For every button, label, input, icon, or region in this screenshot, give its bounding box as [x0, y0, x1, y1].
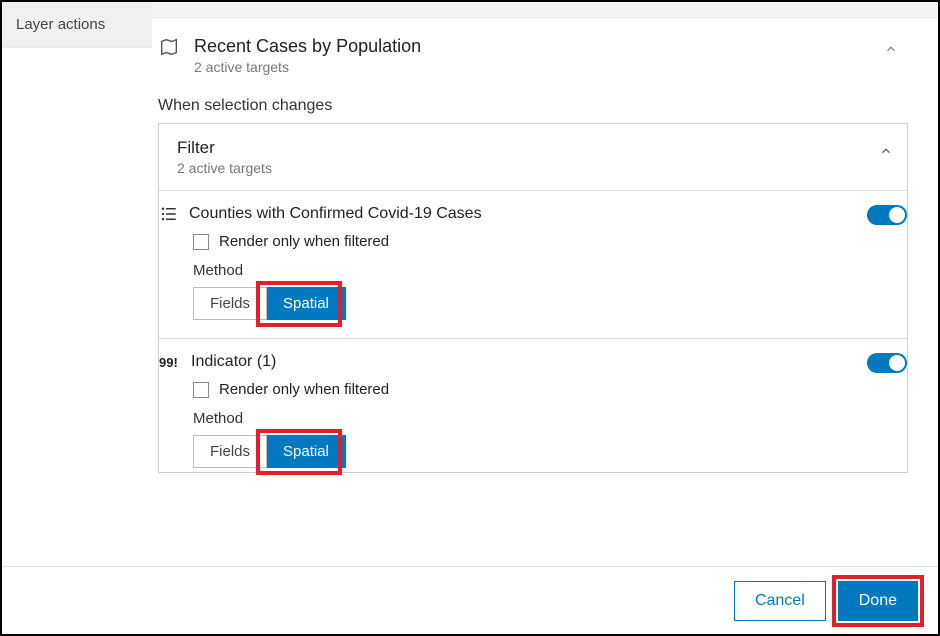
- method-fields-button[interactable]: Fields: [193, 435, 267, 468]
- layer-header[interactable]: Recent Cases by Population 2 active targ…: [158, 36, 908, 75]
- filter-collapse-icon[interactable]: [879, 144, 893, 162]
- dialog-footer: Cancel Done: [2, 566, 938, 634]
- method-label: Method: [193, 262, 907, 279]
- filter-target: 99! Indicator (1) Render only when filte…: [159, 339, 907, 472]
- filter-target: Counties with Confirmed Covid-19 Cases R…: [159, 191, 907, 339]
- layer-title: Recent Cases by Population: [194, 36, 421, 57]
- done-wrap: Done: [838, 581, 918, 621]
- filter-title: Filter: [177, 138, 889, 158]
- render-only-checkbox[interactable]: Render only when filtered: [193, 381, 907, 398]
- list-icon: [159, 205, 179, 223]
- top-strip: [152, 2, 938, 18]
- method-label: Method: [193, 410, 907, 427]
- method-fields-button[interactable]: Fields: [193, 287, 267, 320]
- filter-subtitle: 2 active targets: [177, 160, 889, 176]
- target-toggle[interactable]: [867, 353, 907, 373]
- indicator-icon: 99!: [159, 355, 181, 370]
- collapse-icon[interactable]: [884, 42, 898, 60]
- done-button[interactable]: Done: [838, 581, 918, 621]
- render-only-checkbox[interactable]: Render only when filtered: [193, 233, 907, 250]
- target-toggle[interactable]: [867, 205, 907, 225]
- sidebar: Layer actions: [2, 2, 152, 566]
- target-name: Indicator (1): [191, 353, 276, 371]
- dialog-window: Layer actions Recent Cases by Population: [0, 0, 940, 636]
- map-icon: [158, 36, 180, 58]
- sidebar-tab-layer-actions[interactable]: Layer actions: [2, 2, 152, 48]
- filter-panel: Filter 2 active targets: [158, 123, 908, 473]
- render-only-label: Render only when filtered: [219, 381, 389, 398]
- layer-subtitle: 2 active targets: [194, 59, 421, 75]
- method-spatial-button[interactable]: Spatial: [267, 287, 346, 320]
- checkbox-icon: [193, 234, 209, 250]
- layer-block: Recent Cases by Population 2 active targ…: [152, 18, 928, 473]
- target-name: Counties with Confirmed Covid-19 Cases: [189, 205, 482, 223]
- checkbox-icon: [193, 382, 209, 398]
- method-segmented: Fields Spatial: [193, 287, 346, 320]
- cancel-button[interactable]: Cancel: [734, 581, 826, 621]
- section-label: When selection changes: [158, 97, 908, 115]
- render-only-label: Render only when filtered: [219, 233, 389, 250]
- main-panel: Recent Cases by Population 2 active targ…: [152, 2, 938, 566]
- method-spatial-button[interactable]: Spatial: [267, 435, 346, 468]
- method-segmented: Fields Spatial: [193, 435, 346, 468]
- dialog-body: Layer actions Recent Cases by Population: [2, 2, 938, 566]
